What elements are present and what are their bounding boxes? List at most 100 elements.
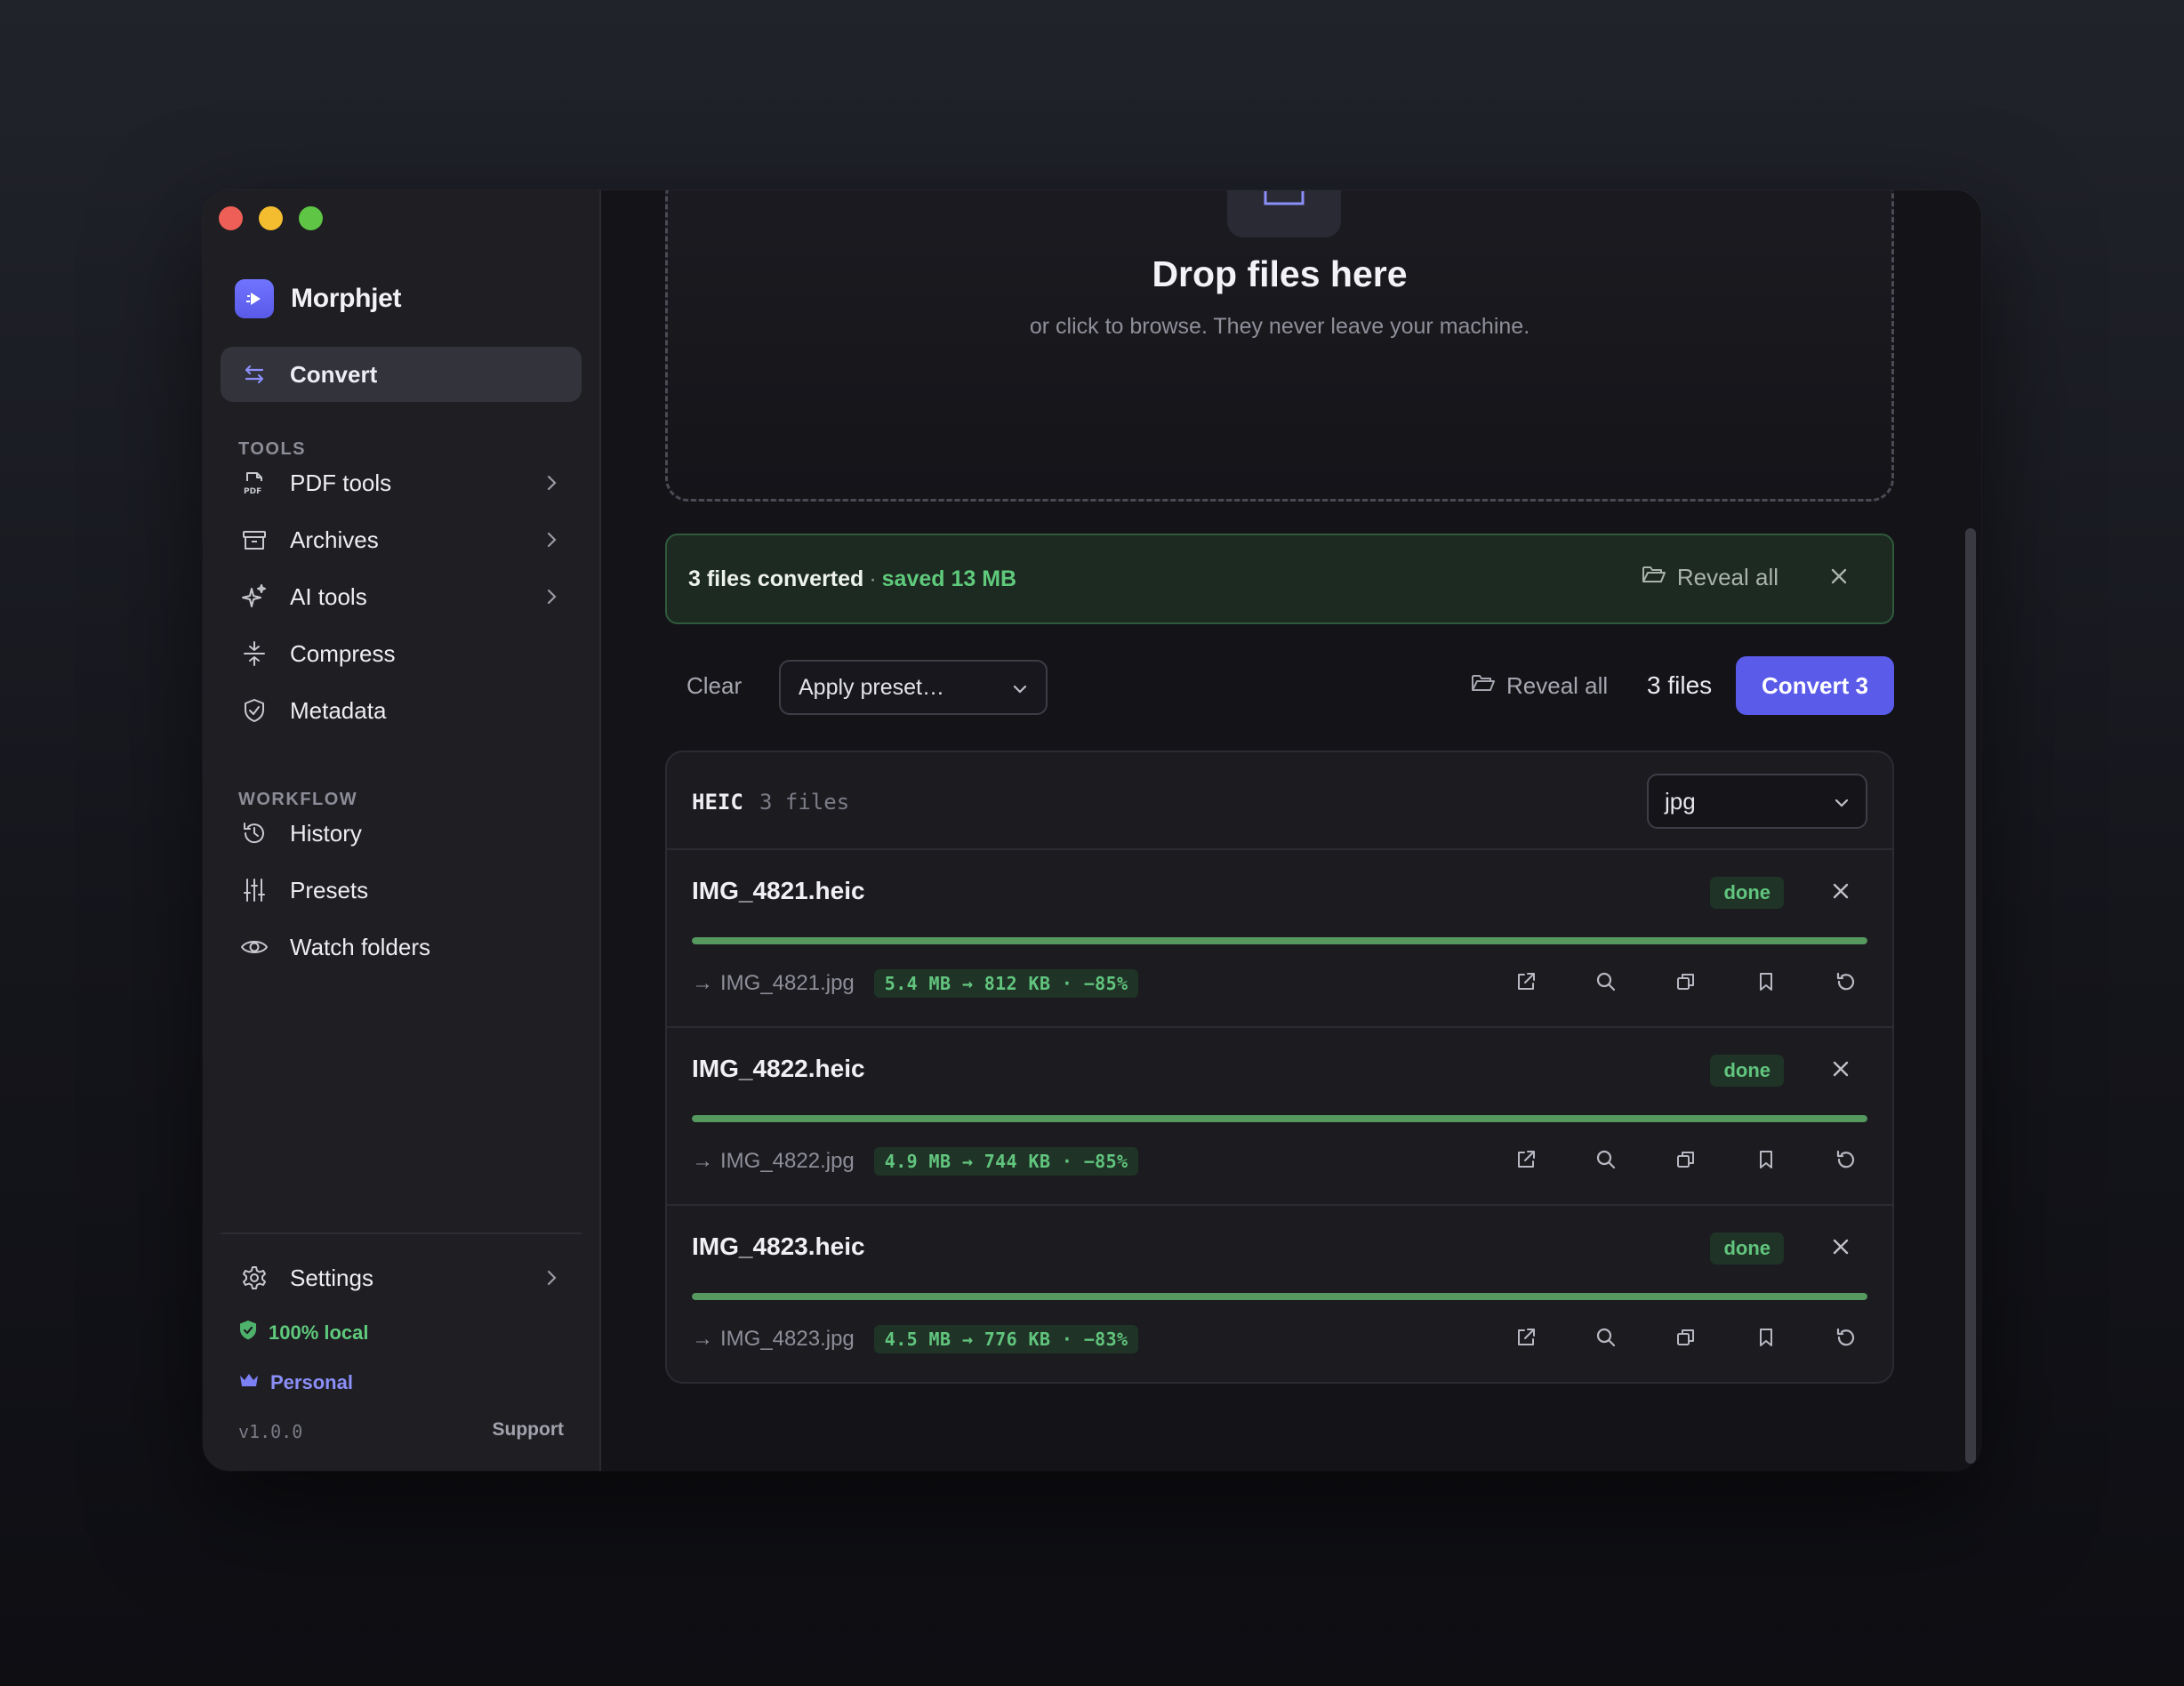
sidebar-item-convert[interactable]: Convert — [221, 347, 582, 402]
sidebar-item-label: PDF tools — [290, 469, 392, 496]
file-group-heic: HEIC 3 files jpg IMG_4821.heic done → IM… — [665, 751, 1894, 1384]
search-icon[interactable] — [1592, 1145, 1620, 1174]
zoom-window-button[interactable] — [299, 206, 323, 230]
convert-button[interactable]: Convert 3 — [1736, 656, 1894, 715]
sidebar-item-label: History — [290, 819, 362, 847]
upload-icon — [1227, 190, 1341, 237]
svg-text:PDF: PDF — [244, 487, 261, 496]
open-external-icon[interactable] — [1512, 1145, 1540, 1174]
progress-fill — [692, 1293, 1867, 1300]
target-format-label: jpg — [1665, 787, 1696, 815]
file-row: IMG_4821.heic done → IMG_4821.jpg 5.4 MB… — [667, 850, 1892, 1028]
toolbar: Clear Apply preset… Reveal all 3 files C… — [665, 656, 1894, 719]
search-icon[interactable] — [1592, 967, 1620, 996]
drop-zone[interactable]: Drop files here or click to browse. They… — [665, 190, 1894, 502]
sidebar-item-label: Presets — [290, 876, 369, 903]
undo-icon[interactable] — [1832, 1145, 1860, 1174]
sidebar-item-label: Watch folders — [290, 933, 430, 960]
undo-icon[interactable] — [1832, 967, 1860, 996]
shield-check-filled-icon — [238, 1320, 258, 1346]
file-name: IMG_4821.heic — [692, 877, 865, 904]
folder-open-icon — [1471, 672, 1496, 700]
file-actions — [1512, 1145, 1860, 1174]
history-icon — [240, 819, 269, 847]
sparkle-icon — [240, 582, 269, 611]
sidebar-item-label: Compress — [290, 639, 396, 667]
progress-bar — [692, 937, 1867, 944]
app-name: Morphjet — [291, 284, 402, 313]
remove-file-icon[interactable] — [1830, 1058, 1851, 1084]
file-name: IMG_4823.heic — [692, 1232, 865, 1260]
sidebar: Morphjet Convert TOOLS PDF PDF tools Arc… — [203, 190, 601, 1471]
conversion-summary-banner: 3 files converted · saved 13 MB Reveal a… — [665, 534, 1894, 624]
sliders-icon — [240, 876, 269, 904]
gear-icon — [240, 1264, 269, 1292]
window-controls — [219, 206, 323, 230]
arrow-right-icon: → — [692, 1327, 713, 1351]
sidebar-item-metadata[interactable]: Metadata — [221, 685, 582, 736]
sidebar-item-archives[interactable]: Archives — [221, 514, 582, 566]
undo-icon[interactable] — [1832, 1323, 1860, 1352]
reveal-all-button[interactable]: Reveal all — [1471, 672, 1608, 700]
bookmark-icon[interactable] — [1752, 1145, 1780, 1174]
banner-reveal-all-button[interactable]: Reveal all — [1642, 564, 1779, 591]
eye-icon — [240, 933, 269, 961]
search-icon[interactable] — [1592, 1323, 1620, 1352]
copy-icon[interactable] — [1672, 1323, 1700, 1352]
close-window-button[interactable] — [219, 206, 243, 230]
minimize-window-button[interactable] — [259, 206, 283, 230]
app-version: v1.0.0 — [238, 1421, 303, 1442]
sidebar-item-ai-tools[interactable]: AI tools — [221, 571, 582, 622]
sidebar-item-watch-folders[interactable]: Watch folders — [221, 921, 582, 973]
sidebar-item-settings[interactable]: Settings — [221, 1252, 582, 1304]
sidebar-item-label: Metadata — [290, 696, 387, 724]
open-external-icon[interactable] — [1512, 967, 1540, 996]
copy-icon[interactable] — [1672, 1145, 1700, 1174]
compress-icon — [240, 639, 269, 668]
bookmark-icon[interactable] — [1752, 967, 1780, 996]
sidebar-item-pdf-tools[interactable]: PDF PDF tools — [221, 457, 582, 509]
clear-button[interactable]: Clear — [687, 672, 742, 700]
sidebar-item-label: Convert — [290, 360, 378, 388]
plan-badge[interactable]: Personal — [238, 1371, 353, 1394]
target-format-select[interactable]: jpg — [1647, 774, 1867, 829]
file-actions — [1512, 1323, 1860, 1352]
chevron-right-icon — [541, 529, 562, 555]
remove-file-icon[interactable] — [1830, 1236, 1851, 1262]
size-change-chip: 4.9 MB → 744 KB · −85% — [873, 1147, 1139, 1176]
shield-check-icon — [240, 696, 269, 725]
apply-preset-select[interactable]: Apply preset… — [779, 660, 1048, 715]
banner-text: 3 files converted — [688, 566, 864, 591]
sidebar-item-label: AI tools — [290, 582, 367, 610]
banner-separator: · — [869, 566, 877, 591]
chevron-right-icon — [541, 472, 562, 498]
output-info: → IMG_4823.jpg 4.5 MB → 776 KB · −83% — [692, 1325, 1139, 1353]
sidebar-item-history[interactable]: History — [221, 807, 582, 859]
remove-file-icon[interactable] — [1830, 880, 1851, 906]
support-link[interactable]: Support — [493, 1419, 564, 1441]
bookmark-icon[interactable] — [1752, 1323, 1780, 1352]
file-count: 3 files — [1647, 671, 1713, 699]
size-change-chip: 5.4 MB → 812 KB · −85% — [873, 969, 1139, 998]
file-name: IMG_4822.heic — [692, 1055, 865, 1082]
drop-zone-title: Drop files here — [1152, 253, 1408, 294]
copy-icon[interactable] — [1672, 967, 1700, 996]
sidebar-item-compress[interactable]: Compress — [221, 628, 582, 679]
source-format: HEIC — [692, 790, 743, 815]
progress-fill — [692, 937, 1867, 944]
open-external-icon[interactable] — [1512, 1323, 1540, 1352]
status-badge: done — [1710, 877, 1784, 909]
output-file-name: IMG_4822.jpg — [720, 1149, 855, 1173]
progress-fill — [692, 1115, 1867, 1122]
sidebar-item-label: Settings — [290, 1264, 373, 1291]
reveal-all-label: Reveal all — [1506, 672, 1609, 699]
arrow-right-icon: → — [692, 1149, 713, 1173]
file-actions — [1512, 967, 1860, 996]
status-badge: done — [1710, 1055, 1784, 1087]
sidebar-item-label: Archives — [290, 526, 379, 553]
archive-icon — [240, 526, 269, 554]
close-icon[interactable] — [1828, 566, 1850, 591]
vertical-scrollbar[interactable] — [1965, 528, 1976, 1464]
local-status: 100% local — [238, 1320, 369, 1346]
sidebar-item-presets[interactable]: Presets — [221, 864, 582, 916]
